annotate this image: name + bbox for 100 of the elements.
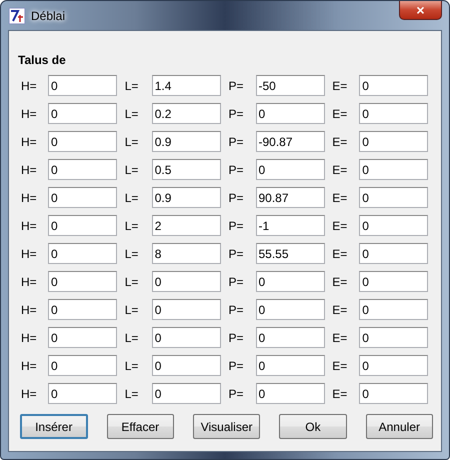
field-label: L= <box>124 162 140 176</box>
field-label: P= <box>228 190 245 204</box>
field-label: E= <box>331 246 348 260</box>
field-label: E= <box>331 78 348 92</box>
field-label: E= <box>331 386 348 400</box>
field-label: H= <box>20 190 38 204</box>
field-label: E= <box>331 218 348 232</box>
input-field[interactable]: 0 <box>359 271 428 292</box>
input-field[interactable]: -1 <box>256 215 324 236</box>
field-label: H= <box>20 78 38 92</box>
input-field[interactable]: 0 <box>48 75 117 96</box>
input-field[interactable]: 55.55 <box>256 243 324 264</box>
input-field[interactable]: 0 <box>359 243 428 264</box>
field-label: E= <box>331 162 348 176</box>
field-label: E= <box>331 302 348 316</box>
dialog-button[interactable]: Effacer <box>106 414 174 439</box>
input-field[interactable]: 0 <box>359 327 428 348</box>
field-label: P= <box>228 302 245 316</box>
input-field[interactable]: 0 <box>152 271 221 292</box>
input-field[interactable]: 0 <box>359 103 428 124</box>
field-label: H= <box>20 218 38 232</box>
input-field[interactable]: 0 <box>152 299 221 320</box>
input-field[interactable]: 0 <box>359 187 428 208</box>
input-field[interactable]: 0 <box>359 131 428 152</box>
field-label: L= <box>124 386 140 400</box>
input-field[interactable]: 0 <box>256 159 324 180</box>
field-label: P= <box>228 386 245 400</box>
dialog-button[interactable]: Ok <box>279 414 347 439</box>
section-heading: Talus de <box>18 53 67 67</box>
field-label: L= <box>124 106 140 120</box>
field-label: E= <box>331 106 348 120</box>
input-field[interactable]: 0 <box>48 271 117 292</box>
input-field[interactable]: 0.5 <box>152 159 221 180</box>
input-field[interactable]: 0 <box>48 299 117 320</box>
close-button[interactable]: × <box>399 1 442 20</box>
field-label: L= <box>124 330 140 344</box>
field-label: P= <box>228 330 245 344</box>
input-field[interactable]: -90.87 <box>256 131 324 152</box>
input-field[interactable]: 8 <box>152 243 221 264</box>
input-field[interactable]: 0 <box>359 215 428 236</box>
field-label: E= <box>331 190 348 204</box>
input-field[interactable]: 2 <box>152 215 221 236</box>
field-label: H= <box>20 274 38 288</box>
field-label: P= <box>228 78 245 92</box>
input-field[interactable]: 0 <box>359 159 428 180</box>
field-label: L= <box>124 190 140 204</box>
field-label: E= <box>331 134 348 148</box>
field-label: H= <box>20 302 38 316</box>
input-field[interactable]: 0 <box>48 383 117 404</box>
field-label: H= <box>20 106 38 120</box>
input-field[interactable]: 0 <box>152 327 221 348</box>
input-field[interactable]: 0 <box>152 383 221 404</box>
field-label: H= <box>20 358 38 372</box>
field-label: L= <box>124 218 140 232</box>
input-field[interactable]: 0 <box>256 383 324 404</box>
input-field[interactable]: 0 <box>359 75 428 96</box>
input-field[interactable]: 0 <box>48 103 117 124</box>
input-field[interactable]: 0 <box>152 355 221 376</box>
field-label: H= <box>20 330 38 344</box>
input-field[interactable]: 0 <box>48 215 117 236</box>
window-title: Déblai <box>31 8 66 22</box>
input-field[interactable]: 0 <box>359 355 428 376</box>
input-field[interactable]: 0 <box>48 243 117 264</box>
field-label: P= <box>228 246 245 260</box>
input-field[interactable]: 0 <box>48 327 117 348</box>
input-field[interactable]: 0 <box>48 131 117 152</box>
input-field[interactable]: 0 <box>256 355 324 376</box>
field-label: P= <box>228 274 245 288</box>
field-label: E= <box>331 274 348 288</box>
field-label: L= <box>124 358 140 372</box>
input-field[interactable]: 0 <box>359 299 428 320</box>
input-field[interactable]: 0 <box>48 187 117 208</box>
field-label: L= <box>124 302 140 316</box>
field-label: L= <box>124 274 140 288</box>
input-field[interactable]: 0 <box>256 103 324 124</box>
field-label: H= <box>20 134 38 148</box>
field-label: P= <box>228 162 245 176</box>
input-field[interactable]: 0 <box>256 327 324 348</box>
dialog-button[interactable]: Insérer <box>20 414 88 439</box>
input-field[interactable]: 0.9 <box>152 131 221 152</box>
input-field[interactable]: 0.2 <box>152 103 221 124</box>
dialog-button[interactable]: Annuler <box>366 414 433 439</box>
input-field[interactable]: 0 <box>256 299 324 320</box>
field-label: P= <box>228 106 245 120</box>
field-label: P= <box>228 218 245 232</box>
input-field[interactable]: -50 <box>256 75 324 96</box>
field-label: L= <box>124 134 140 148</box>
field-label: E= <box>331 358 348 372</box>
field-label: P= <box>228 358 245 372</box>
input-field[interactable]: 0 <box>48 159 117 180</box>
field-label: L= <box>124 78 140 92</box>
field-label: L= <box>124 246 140 260</box>
input-field[interactable]: 0 <box>256 271 324 292</box>
input-field[interactable]: 90.87 <box>256 187 324 208</box>
dialog-button[interactable]: Visualiser <box>192 414 260 439</box>
input-field[interactable]: 1.4 <box>152 75 221 96</box>
input-field[interactable]: 0 <box>359 383 428 404</box>
field-label: P= <box>228 134 245 148</box>
input-field[interactable]: 0 <box>48 355 117 376</box>
input-field[interactable]: 0.9 <box>152 187 221 208</box>
